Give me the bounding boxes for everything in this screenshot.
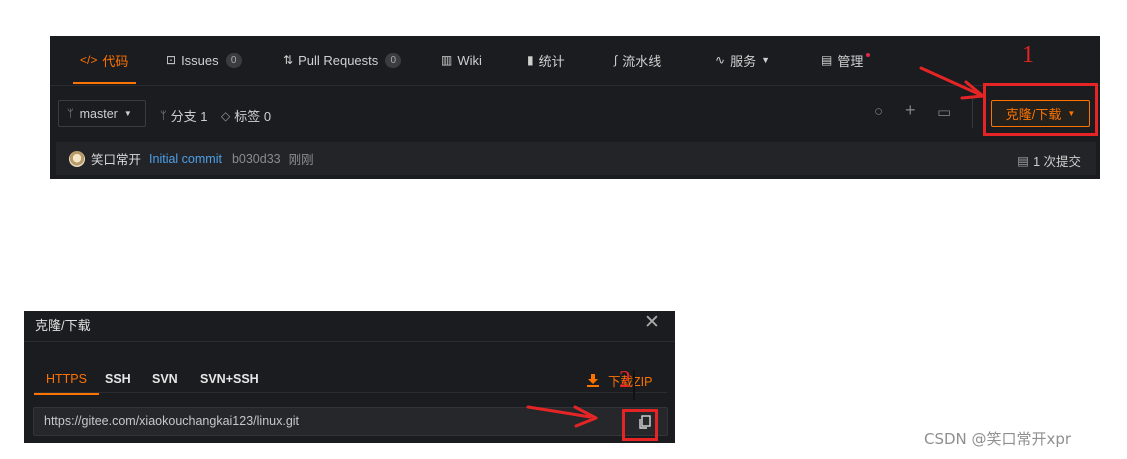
arrow-1 (919, 66, 985, 100)
watermark: CSDN @笑口常开xpr (924, 430, 1072, 448)
annotation-arrows (526, 66, 985, 428)
arrow-2 (526, 405, 598, 428)
